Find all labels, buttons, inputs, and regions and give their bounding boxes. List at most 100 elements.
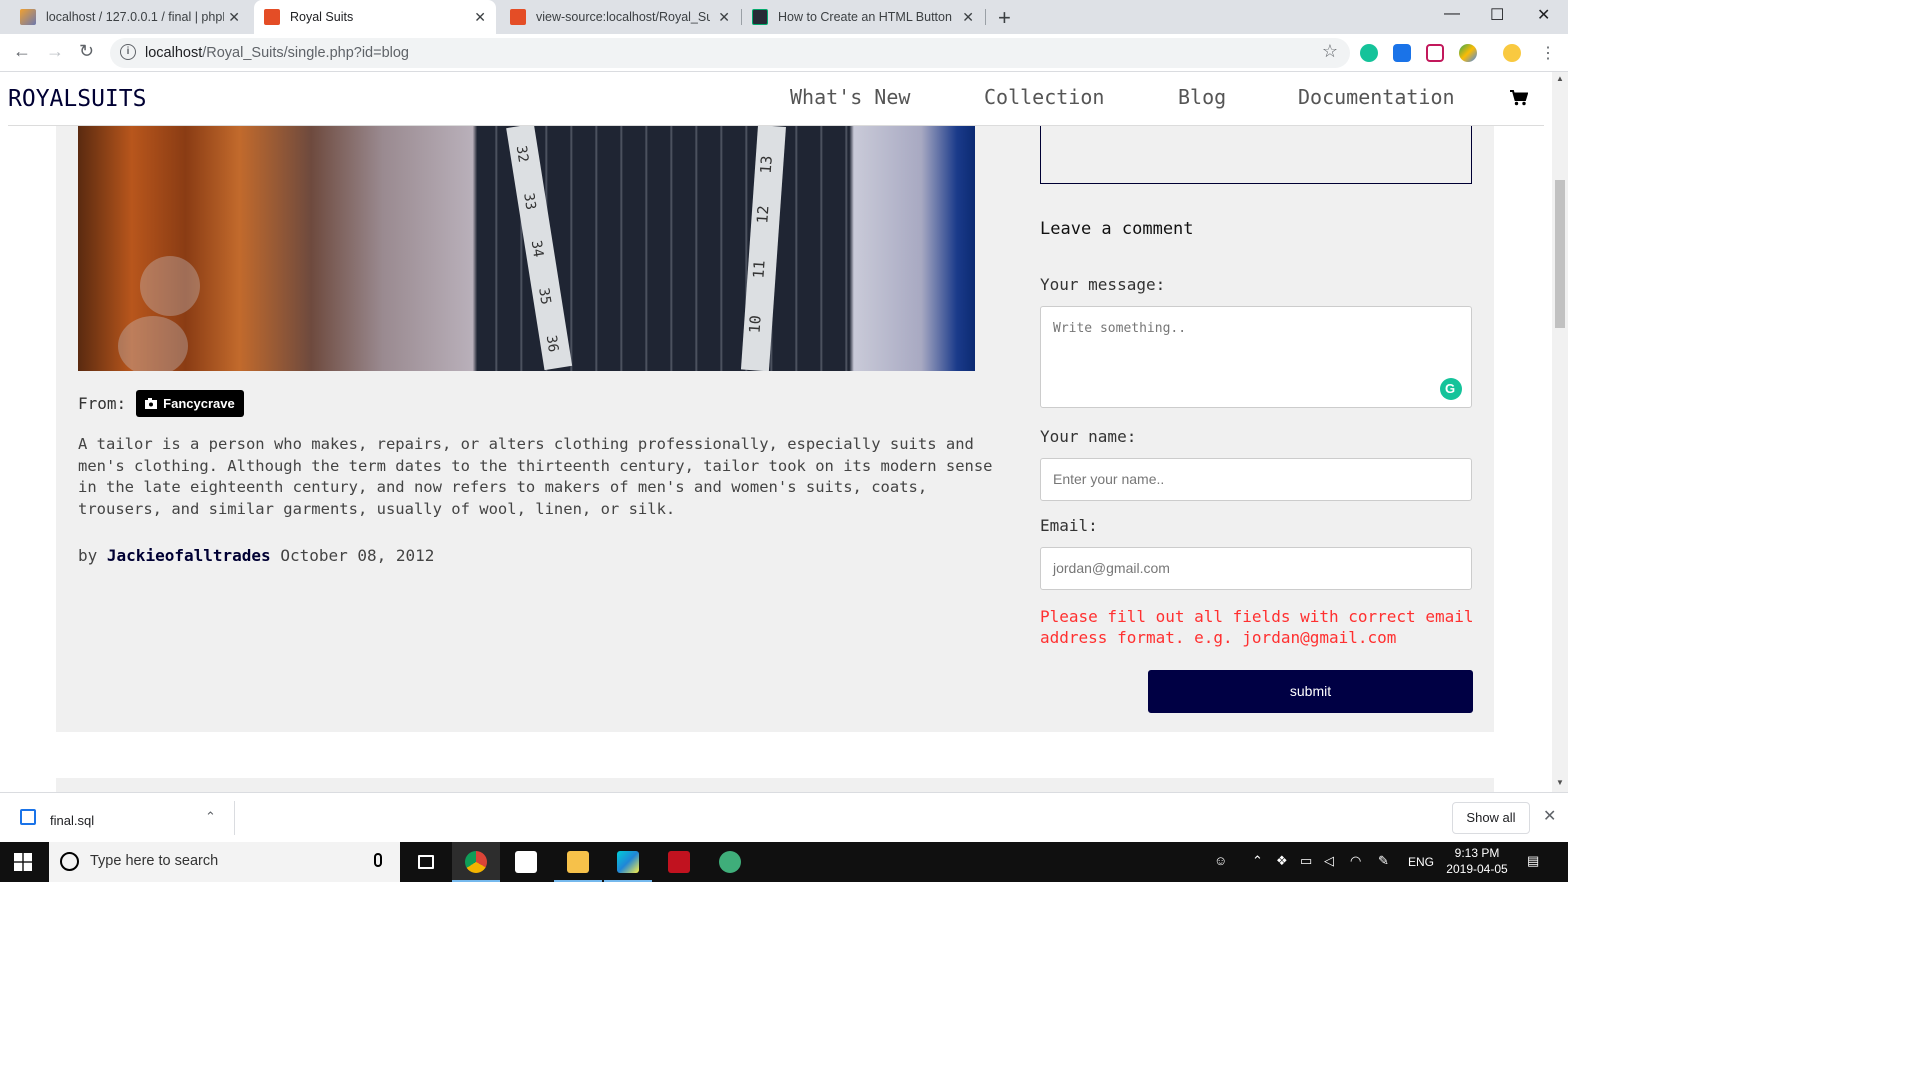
email-input[interactable]: jordan@gmail.com bbox=[1040, 547, 1472, 590]
forward-arrow-icon[interactable]: → bbox=[46, 41, 64, 62]
back-arrow-icon[interactable]: ← bbox=[13, 41, 31, 62]
taskbar-search[interactable]: Type here to search bbox=[49, 842, 400, 882]
name-input[interactable]: Enter your name.. bbox=[1040, 458, 1472, 501]
photo-credit-row: From: Fancycrave bbox=[78, 390, 244, 417]
pen-icon[interactable]: ✎ bbox=[1378, 853, 1389, 869]
grammarly-icon[interactable] bbox=[1440, 378, 1462, 400]
globe-extension-icon[interactable] bbox=[1459, 44, 1477, 62]
new-tab-button[interactable]: + bbox=[998, 5, 1011, 31]
chevron-up-icon[interactable]: ⌃ bbox=[205, 809, 216, 825]
bookmark-star-icon[interactable]: ☆ bbox=[1322, 41, 1338, 62]
menu-dots-icon[interactable]: ⋮ bbox=[1540, 43, 1556, 63]
close-icon[interactable]: ✕ bbox=[1543, 806, 1556, 826]
reload-icon[interactable]: ↻ bbox=[79, 41, 94, 62]
tab-title: localhost / 127.0.0.1 / final | phpM bbox=[46, 10, 224, 24]
maximize-icon[interactable]: ☐ bbox=[1490, 5, 1504, 25]
w3-icon bbox=[752, 9, 768, 25]
file-icon bbox=[20, 809, 36, 825]
site-brand-logo[interactable]: ROYALSUITS bbox=[8, 86, 146, 112]
nav-link-collection[interactable]: Collection bbox=[984, 85, 1104, 109]
tab-separator bbox=[985, 9, 986, 25]
tab-separator bbox=[741, 9, 742, 25]
nav-link-whats-new[interactable]: What's New bbox=[790, 85, 910, 109]
taskbar-acrobat[interactable] bbox=[655, 842, 703, 882]
taskbar-store[interactable] bbox=[502, 842, 550, 882]
tab-title: How to Create an HTML Button th bbox=[778, 10, 954, 24]
taskbar-chrome[interactable] bbox=[452, 842, 500, 882]
show-all-button[interactable]: Show all bbox=[1452, 802, 1530, 834]
download-file-name[interactable]: final.sql bbox=[50, 813, 94, 828]
article-byline: by Jackieofalltrades October 08, 2012 bbox=[78, 546, 434, 565]
microphone-icon[interactable] bbox=[374, 853, 382, 867]
download-bar: final.sql ⌃ Show all ✕ bbox=[0, 792, 1568, 842]
message-label: Your message: bbox=[1040, 275, 1166, 294]
grammarly-extension-icon[interactable] bbox=[1360, 44, 1378, 62]
bokeh-light bbox=[118, 316, 188, 371]
windows-start-icon[interactable] bbox=[14, 853, 32, 871]
tape-number: 10 bbox=[745, 314, 765, 334]
cortana-icon bbox=[60, 852, 79, 871]
tape-number: 34 bbox=[527, 239, 547, 259]
store-bag-icon bbox=[515, 851, 537, 873]
taskbar-file-explorer[interactable] bbox=[554, 842, 602, 882]
camera-icon bbox=[145, 398, 158, 409]
info-icon[interactable]: i bbox=[120, 44, 136, 60]
tab-view-source[interactable]: view-source:localhost/Royal_Suits ✕ bbox=[510, 0, 736, 34]
people-icon[interactable]: ☺ bbox=[1214, 853, 1227, 868]
url-host: localhost bbox=[145, 45, 203, 61]
scroll-down-icon[interactable]: ▼ bbox=[1556, 778, 1564, 787]
wifi-icon[interactable]: ◠ bbox=[1350, 853, 1361, 869]
close-icon[interactable]: ✕ bbox=[228, 9, 240, 26]
page-viewport: ROYALSUITS What's New Collection Blog Do… bbox=[0, 72, 1552, 792]
globe-app-icon bbox=[719, 851, 741, 873]
nav-link-blog[interactable]: Blog bbox=[1178, 85, 1226, 109]
submit-button[interactable]: submit bbox=[1148, 670, 1473, 713]
scroll-up-icon[interactable]: ▲ bbox=[1556, 74, 1564, 83]
notifications-icon[interactable]: ▤ bbox=[1527, 853, 1539, 869]
author-link[interactable]: Jackieofalltrades bbox=[107, 546, 271, 565]
system-clock[interactable]: 9:13 PM 2019-04-05 bbox=[1440, 845, 1514, 877]
profile-avatar-icon[interactable] bbox=[1503, 44, 1521, 62]
taskbar-search-placeholder: Type here to search bbox=[90, 853, 219, 869]
language-indicator[interactable]: ENG bbox=[1408, 855, 1434, 869]
battery-icon[interactable]: ▭ bbox=[1300, 853, 1312, 869]
next-post-card bbox=[56, 778, 1494, 792]
taskbar-app-globe[interactable] bbox=[706, 842, 754, 882]
window-close-icon[interactable]: ✕ bbox=[1537, 5, 1550, 25]
tab-phpmyadmin[interactable]: localhost / 127.0.0.1 / final | phpM ✕ bbox=[20, 0, 246, 34]
photo-credit-badge[interactable]: Fancycrave bbox=[136, 390, 244, 417]
phpmyadmin-icon bbox=[20, 9, 36, 25]
address-bar[interactable]: i localhost/Royal_Suits/single.php?id=bl… bbox=[110, 38, 1350, 68]
clock-date: 2019-04-05 bbox=[1446, 862, 1508, 876]
html5-icon bbox=[510, 9, 526, 25]
tab-title: view-source:localhost/Royal_Suits bbox=[536, 10, 710, 24]
taskbar-webstorm[interactable] bbox=[604, 842, 652, 882]
volume-icon[interactable]: ◁ bbox=[1324, 853, 1334, 869]
tab-royal-suits[interactable]: Royal Suits ✕ bbox=[254, 0, 496, 34]
shopping-cart-icon[interactable] bbox=[1510, 90, 1528, 106]
url-path: /Royal_Suits/single.php?id=blog bbox=[202, 45, 410, 61]
dropbox-icon[interactable]: ❖ bbox=[1276, 853, 1288, 869]
clock-time: 9:13 PM bbox=[1454, 846, 1500, 860]
nav-link-documentation[interactable]: Documentation bbox=[1298, 85, 1455, 109]
close-icon[interactable]: ✕ bbox=[718, 9, 730, 26]
tape-number: 33 bbox=[520, 191, 539, 212]
tape-number: 32 bbox=[512, 144, 532, 164]
bokeh-light bbox=[140, 256, 200, 316]
minimize-icon[interactable]: — bbox=[1444, 5, 1460, 23]
task-view-icon bbox=[418, 855, 434, 869]
close-icon[interactable]: ✕ bbox=[474, 9, 486, 26]
tape-number: 36 bbox=[542, 334, 562, 354]
pocket-extension-icon[interactable] bbox=[1426, 44, 1444, 62]
page-scrollbar[interactable]: ▲ ▼ bbox=[1552, 72, 1568, 792]
scrollbar-thumb[interactable] bbox=[1555, 180, 1565, 328]
tab-title: Royal Suits bbox=[290, 10, 354, 24]
task-view-button[interactable] bbox=[402, 842, 450, 882]
snowflake-extension-icon[interactable] bbox=[1393, 44, 1411, 62]
by-label: by bbox=[78, 546, 98, 565]
tab-html-button[interactable]: How to Create an HTML Button th ✕ bbox=[752, 0, 980, 34]
message-textarea[interactable]: Write something.. bbox=[1040, 306, 1472, 408]
chevron-up-icon[interactable]: ⌃ bbox=[1252, 853, 1263, 869]
acrobat-icon bbox=[668, 851, 690, 873]
close-icon[interactable]: ✕ bbox=[962, 9, 974, 26]
